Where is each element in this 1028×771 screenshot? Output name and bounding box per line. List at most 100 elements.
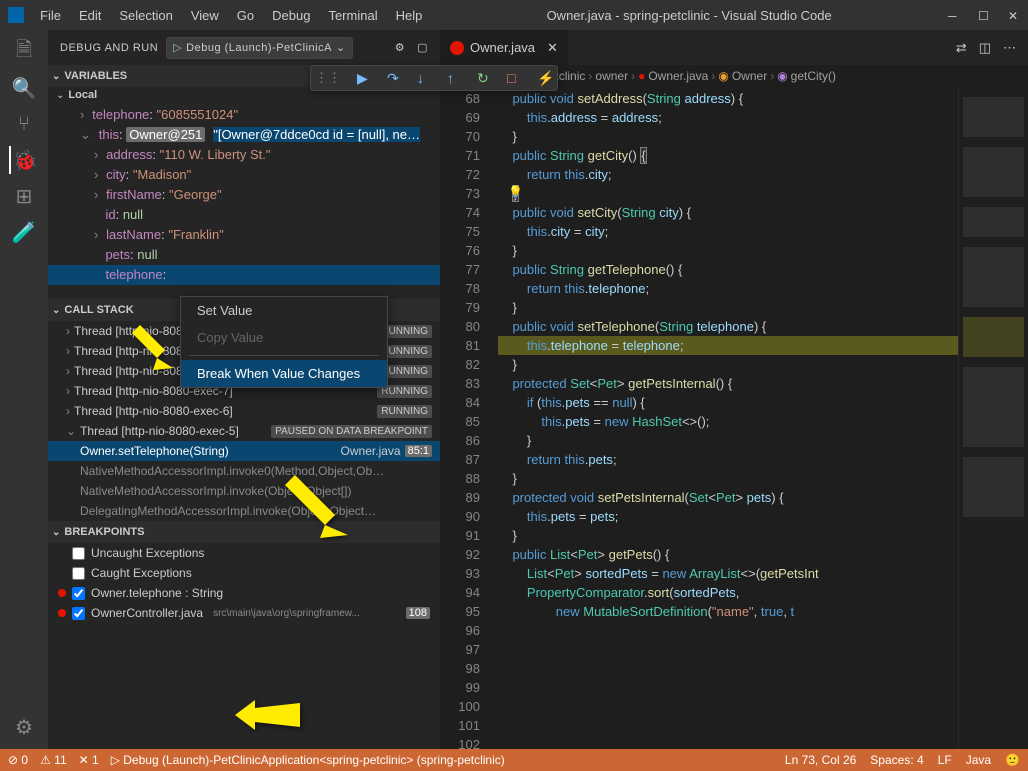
window-controls: ─ ☐ ✕ (948, 9, 1020, 21)
close-icon[interactable]: ✕ (1008, 9, 1020, 21)
breakpoints-header[interactable]: ⌄ BREAKPOINTS (48, 521, 440, 543)
editor-tabs: Owner.java ✕ ⇄ ◫ ⋯ (440, 30, 1028, 65)
java-file-icon (450, 41, 464, 55)
menu-view[interactable]: View (183, 4, 227, 27)
stack-frame[interactable]: NativeMethodAccessorImpl.invoke(Object,O… (48, 481, 440, 501)
title-bar: File Edit Selection View Go Debug Termin… (0, 0, 1028, 30)
tab-label: Owner.java (470, 40, 535, 55)
tab-close-icon[interactable]: ✕ (547, 40, 558, 56)
breakpoint-row[interactable]: Owner.telephone : String (48, 583, 440, 603)
debug-config-dropdown[interactable]: ▷ Debug (Launch)-PetClinicA ⌄ (166, 37, 352, 59)
breakpoint-row[interactable]: Caught Exceptions (48, 563, 440, 583)
sb-cursor[interactable]: Ln 73, Col 26 (785, 753, 856, 767)
variable-row[interactable]: › address: "110 W. Liberty St." (48, 145, 440, 165)
thread-row[interactable]: ⌄Thread [http-nio-8080-exec-5]PAUSED ON … (48, 421, 440, 441)
section-title: CALL STACK (64, 304, 133, 316)
breadcrumb-item[interactable]: owner (595, 69, 628, 83)
more-icon[interactable]: ⋯ (1003, 40, 1016, 56)
testing-icon[interactable]: 🧪 (10, 218, 38, 246)
sb-sync[interactable]: ✕ 1 (79, 753, 99, 767)
debug-toolbar[interactable]: ⋮⋮ ▶ ↷ ↓ ↑ ↻ □ ⚡ (310, 65, 558, 91)
tab-owner-java[interactable]: Owner.java ✕ (440, 30, 569, 65)
chevron-down-icon[interactable]: ⌄ (336, 41, 346, 54)
step-into-icon[interactable]: ↓ (417, 70, 433, 86)
variable-row[interactable]: › lastName: "Franklin" (48, 225, 440, 245)
step-over-icon[interactable]: ↷ (387, 70, 403, 86)
extensions-icon[interactable]: ⊞ (10, 182, 38, 210)
menu-help[interactable]: Help (388, 4, 431, 27)
status-bar: ⊘ 0 ⚠ 11 ✕ 1 ▷ Debug (Launch)-PetClinicA… (0, 749, 1028, 771)
stop-icon[interactable]: □ (507, 70, 523, 86)
section-title: BREAKPOINTS (64, 526, 144, 538)
breakpoints-list: Uncaught ExceptionsCaught ExceptionsOwne… (48, 543, 440, 623)
menu-go[interactable]: Go (229, 4, 262, 27)
menu-edit[interactable]: Edit (71, 4, 109, 27)
variable-row[interactable]: › telephone: "6085551024" (48, 105, 440, 125)
search-icon[interactable]: 🔍 (10, 74, 38, 102)
breakpoint-checkbox[interactable] (72, 587, 85, 600)
thread-row[interactable]: ›Thread [http-nio-8080-exec-6]RUNNING (48, 401, 440, 421)
sb-warnings[interactable]: ⚠ 11 (40, 753, 67, 767)
ctx-break-on-change[interactable]: Break When Value Changes (181, 360, 387, 387)
section-title: VARIABLES (64, 70, 127, 82)
variable-row[interactable]: ⌄ this: Owner@251 "[Owner@7ddce0cd id = … (48, 125, 440, 145)
code-content[interactable]: public void setAddress(String address) {… (498, 87, 958, 749)
line-gutter: 6869707172737475767778798081828384858687… (440, 87, 498, 749)
menu-file[interactable]: File (32, 4, 69, 27)
breadcrumb-item[interactable]: Owner.java (648, 69, 708, 83)
breakpoint-row[interactable]: OwnerController.javasrc\main\java\org\sp… (48, 603, 440, 623)
split-editor-icon[interactable]: ◫ (979, 40, 991, 56)
sb-lang[interactable]: Java (966, 753, 991, 767)
step-out-icon[interactable]: ↑ (447, 70, 463, 86)
restart-icon[interactable]: ↻ (477, 70, 493, 86)
hot-reload-icon[interactable]: ⚡ (537, 70, 553, 86)
sb-errors[interactable]: ⊘ 0 (8, 753, 28, 767)
lightbulb-icon[interactable]: 💡 (508, 185, 523, 199)
chevron-down-icon: ⌄ (52, 71, 60, 82)
maximize-icon[interactable]: ☐ (978, 9, 990, 21)
window-title: Owner.java - spring-petclinic - Visual S… (430, 8, 948, 23)
drag-handle-icon[interactable]: ⋮⋮ (315, 70, 341, 86)
gear-icon[interactable]: ⚙ (395, 41, 405, 54)
stack-frame[interactable]: NativeMethodAccessorImpl.invoke0(Method,… (48, 461, 440, 481)
menu-terminal[interactable]: Terminal (320, 4, 385, 27)
debug-icon distinctions[interactable]: 🐞 (9, 146, 37, 174)
menu-bar: File Edit Selection View Go Debug Termin… (32, 4, 430, 27)
debug-console-icon[interactable]: ▢ (417, 41, 428, 54)
sb-feedback-icon[interactable]: 🙂 (1005, 753, 1020, 767)
compare-icon[interactable]: ⇄ (956, 40, 967, 56)
sb-indent[interactable]: Spaces: 4 (870, 753, 923, 767)
sidebar-header: DEBUG AND RUN ▷ Debug (Launch)-PetClinic… (48, 30, 440, 65)
minimap[interactable] (958, 87, 1028, 749)
breakpoint-checkbox[interactable] (72, 607, 85, 620)
ctx-set-value[interactable]: Set Value (181, 297, 387, 324)
start-debug-icon[interactable]: ▷ (173, 41, 182, 54)
variable-row[interactable]: › firstName: "George" (48, 185, 440, 205)
editor-area: Owner.java ✕ ⇄ ◫ ⋯ ⋮⋮ ▶ ↷ ↓ ↑ ↻ □ ⚡ work… (440, 30, 1028, 749)
breakpoint-row[interactable]: Uncaught Exceptions (48, 543, 440, 563)
menu-selection[interactable]: Selection (111, 4, 180, 27)
minimize-icon[interactable]: ─ (948, 9, 960, 21)
source-control-icon[interactable]: ⑂ (10, 110, 38, 138)
continue-icon[interactable]: ▶ (357, 70, 373, 86)
code-editor[interactable]: 💡 68697071727374757677787980818283848586… (440, 87, 1028, 749)
stack-frame[interactable]: DelegatingMethodAccessorImpl.invoke(Obje… (48, 501, 440, 521)
debug-sidebar: DEBUG AND RUN ▷ Debug (Launch)-PetClinic… (48, 30, 440, 749)
settings-icon[interactable]: ⚙ (10, 713, 38, 741)
explorer-icon[interactable]: 🗎 (10, 38, 38, 66)
sidebar-title: DEBUG AND RUN (60, 42, 158, 54)
sb-eol[interactable]: LF (938, 753, 952, 767)
variable-context-menu: Set Value Copy Value Break When Value Ch… (180, 296, 388, 388)
breadcrumb-item[interactable]: Owner (732, 69, 767, 83)
ctx-copy-value: Copy Value (181, 324, 387, 351)
breadcrumb-item[interactable]: getCity() (791, 69, 836, 83)
variable-row[interactable]: › city: "Madison" (48, 165, 440, 185)
sb-debug-target[interactable]: ▷ Debug (Launch)-PetClinicApplication<sp… (111, 753, 505, 767)
variable-row[interactable]: telephone: (48, 265, 440, 285)
variable-row[interactable]: pets: null (48, 245, 440, 265)
breakpoint-checkbox[interactable] (72, 567, 85, 580)
menu-debug[interactable]: Debug (264, 4, 318, 27)
stack-frame[interactable]: Owner.setTelephone(String)Owner.java85:1 (48, 441, 440, 461)
breakpoint-checkbox[interactable] (72, 547, 85, 560)
variable-row[interactable]: id: null (48, 205, 440, 225)
